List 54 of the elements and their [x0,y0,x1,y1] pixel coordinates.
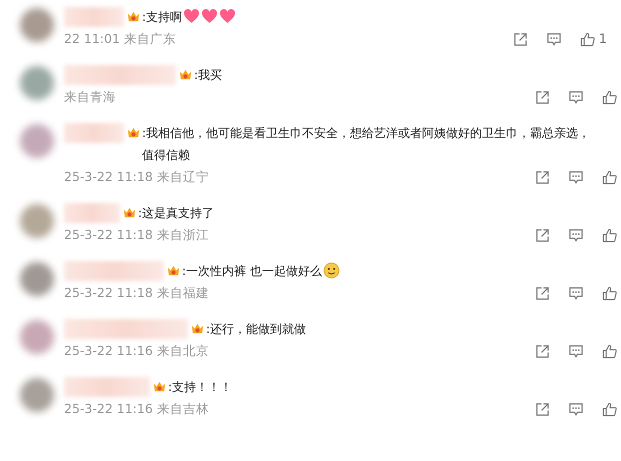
heart-emoji-icon [201,8,218,25]
share-icon[interactable] [535,90,550,104]
comment-text: :支持！！！ [168,379,232,396]
comment-text: :我买 [194,67,222,84]
comment-icon[interactable] [568,402,584,416]
redacted-name [64,203,120,223]
avatar[interactable] [20,8,54,42]
comment-meta: 25-3-22 11:18 来自浙江 [64,226,209,244]
avatar[interactable] [20,378,54,412]
thumbs-up-icon[interactable] [602,228,617,242]
crown-icon [126,125,141,140]
share-icon[interactable] [512,32,528,46]
crown-icon [178,67,193,82]
crown-icon [126,9,141,24]
comment-icon[interactable] [568,90,584,104]
share-icon[interactable] [535,402,550,416]
comment-text: :支持啊 [142,9,182,26]
comment-icon[interactable] [568,286,584,300]
share-icon[interactable] [535,228,550,242]
comment-meta: 25-3-22 11:16 来自吉林 [64,400,209,418]
comment-icon[interactable] [546,32,562,46]
thumbs-up-icon[interactable] [602,170,617,184]
comment-text: :还行，能做到就做 [206,321,306,338]
comment-text: :我相信他，他可能是看卫生巾不安全，想给艺洋或者阿姨做好的卫生巾，霸总亲选，值得信赖 [142,125,592,164]
comment-meta: 25-3-22 11:16 来自北京 [64,342,209,360]
smiley-emoji-icon [322,262,340,279]
share-icon[interactable] [535,170,550,184]
crown-icon [122,205,137,220]
redacted-name [64,7,124,27]
share-icon[interactable] [535,344,550,358]
heart-emoji-icon [219,8,236,25]
crown-icon [152,379,167,394]
comment-meta: 25-3-22 11:18 来自辽宁 [64,168,209,186]
thumbs-up-icon[interactable] [602,90,617,104]
comment-icon[interactable] [568,170,584,184]
comment-icon[interactable] [568,228,584,242]
thumbs-up-icon[interactable] [602,402,617,416]
avatar[interactable] [20,262,54,296]
thumbs-up-icon[interactable] [602,286,617,300]
redacted-name [64,123,124,143]
thumbs-up-icon[interactable] [580,32,595,46]
comment-meta: 来自青海 [64,88,116,106]
crown-icon [166,263,181,278]
comment-meta: 25-3-22 11:18 来自福建 [64,284,209,302]
comment-text: :一次性内裤 也一起做好么 [182,263,322,280]
comment-meta: 22 11:01 来自广东 [64,30,176,48]
crown-icon [190,321,205,336]
comment-text: :这是真支持了 [138,205,214,222]
like-count: 1 [598,32,607,46]
comment-icon[interactable] [568,344,584,358]
share-icon[interactable] [535,286,550,300]
heart-emoji-icon [183,8,200,25]
avatar[interactable] [20,66,54,100]
thumbs-up-icon[interactable] [602,344,617,358]
